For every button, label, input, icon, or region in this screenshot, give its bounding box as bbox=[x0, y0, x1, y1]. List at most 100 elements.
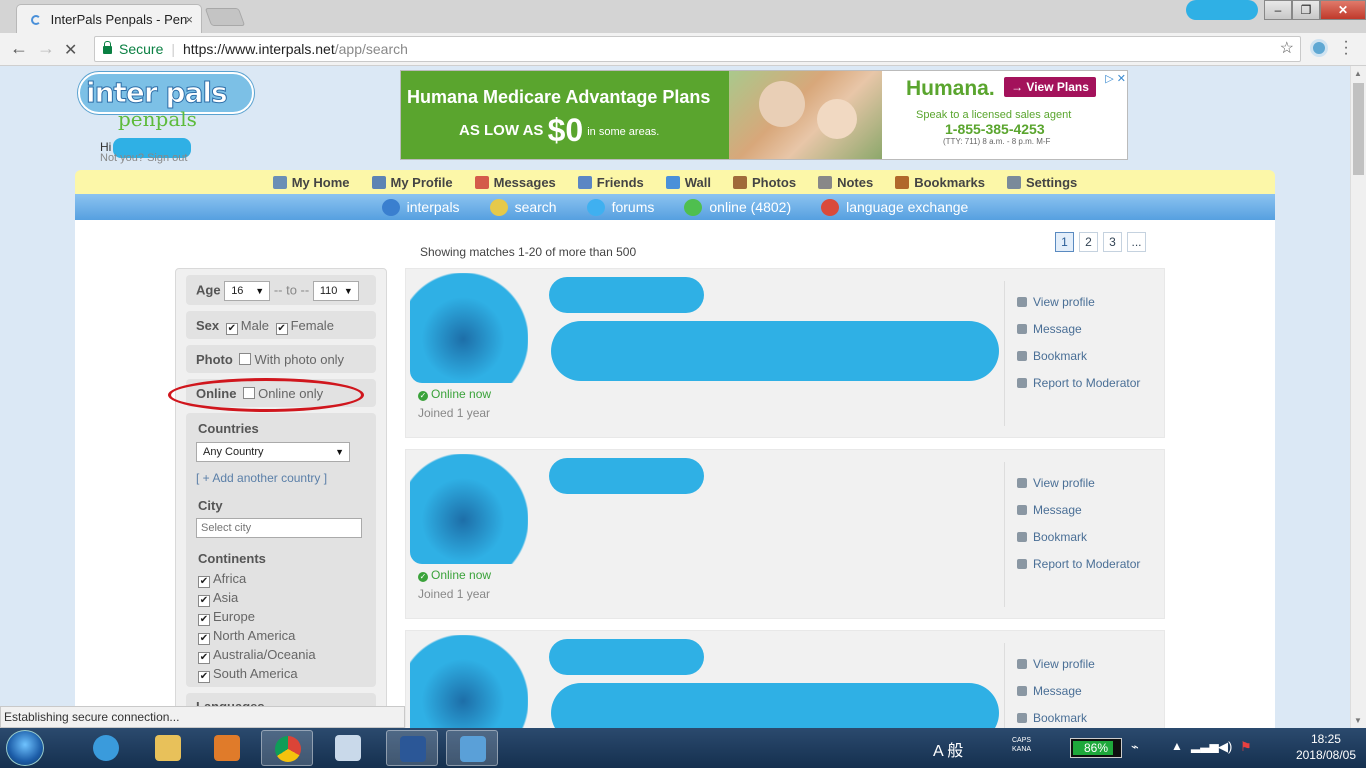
network-icon[interactable]: ▂▃▅ bbox=[1191, 739, 1219, 753]
stop-icon[interactable]: ✕ bbox=[64, 40, 77, 60]
main-nav-wall[interactable]: Wall bbox=[665, 175, 711, 190]
continent-checkbox[interactable]: ✔ bbox=[198, 614, 210, 626]
page-link-3[interactable]: 3 bbox=[1103, 232, 1122, 252]
taskbar-word[interactable] bbox=[386, 730, 438, 766]
taskbar-chrome[interactable] bbox=[261, 730, 313, 766]
view-profile-link[interactable]: View profile bbox=[1017, 295, 1154, 309]
photo-only-checkbox[interactable] bbox=[239, 353, 252, 365]
add-country-link[interactable]: [ + Add another country ] bbox=[196, 471, 376, 485]
bookmark-link[interactable]: Bookmark bbox=[1017, 711, 1154, 725]
continent-checkbox[interactable]: ✔ bbox=[198, 595, 210, 607]
message-link[interactable]: Message bbox=[1017, 684, 1154, 698]
main-nav-settings[interactable]: Settings bbox=[1007, 175, 1077, 190]
username-redacted[interactable] bbox=[549, 639, 704, 675]
sub-nav-search[interactable]: search bbox=[489, 198, 557, 216]
power-plug-icon[interactable]: ⌁ bbox=[1131, 739, 1139, 755]
maximize-button[interactable]: ❐ bbox=[1292, 0, 1320, 20]
omnibox-separator: | bbox=[171, 41, 175, 57]
online-check-icon: ✓ bbox=[418, 391, 428, 401]
main-nav-messages[interactable]: Messages bbox=[474, 175, 556, 190]
view-profile-link[interactable]: View profile bbox=[1017, 657, 1154, 671]
report-link[interactable]: Report to Moderator bbox=[1017, 557, 1154, 571]
start-button[interactable] bbox=[6, 730, 44, 766]
city-label: City bbox=[198, 498, 223, 513]
age-from-select[interactable]: 16 bbox=[224, 281, 271, 301]
message-link[interactable]: Message bbox=[1017, 503, 1154, 517]
profile-photo-redacted[interactable] bbox=[410, 454, 528, 564]
main-nav-my-profile[interactable]: My Profile bbox=[371, 175, 453, 190]
forward-icon[interactable]: → bbox=[37, 38, 55, 59]
new-tab-button[interactable] bbox=[204, 8, 246, 26]
sub-nav-forums[interactable]: forums bbox=[586, 198, 654, 216]
system-tray: A 般 CAPS KANA 86% ⌁ ▲ ▂▃▅ ◀) ⚑ 18:25 2018/… bbox=[885, 728, 1366, 768]
country-select[interactable]: Any Country bbox=[196, 442, 350, 462]
taskbar-paint[interactable] bbox=[322, 730, 374, 766]
battery-percent: 86% bbox=[1083, 741, 1109, 755]
profile-photo-redacted[interactable] bbox=[410, 273, 528, 383]
taskbar-media[interactable] bbox=[201, 730, 253, 766]
result-actions: View profileMessageBookmarkReport to Mod… bbox=[1004, 643, 1154, 728]
taskbar-ie[interactable] bbox=[80, 730, 132, 766]
notes-icon bbox=[818, 175, 833, 189]
page-scrollbar[interactable]: ▲ ▼ bbox=[1350, 66, 1366, 728]
tab-close-icon[interactable]: × bbox=[185, 12, 193, 27]
continent-checkbox[interactable]: ✔ bbox=[198, 652, 210, 664]
city-input[interactable] bbox=[196, 518, 362, 538]
address-bar[interactable]: Secure | https://www.interpals.net/app/sea… bbox=[94, 36, 1301, 62]
main-nav-photos[interactable]: Photos bbox=[733, 175, 796, 190]
username-redacted[interactable] bbox=[549, 277, 704, 313]
result-card: ✓ Online now Joined 1 year View profile Mess… bbox=[405, 449, 1165, 619]
page-link-1[interactable]: 1 bbox=[1055, 232, 1074, 252]
signout-link[interactable]: Not you? Sign out bbox=[100, 152, 187, 164]
extension-icon[interactable] bbox=[1310, 39, 1328, 57]
bookmark-link[interactable]: Bookmark bbox=[1017, 530, 1154, 544]
main-nav-bookmarks[interactable]: Bookmarks bbox=[895, 175, 985, 190]
username-redacted[interactable] bbox=[549, 458, 704, 494]
ad-as-low-as: AS LOW AS bbox=[459, 122, 544, 139]
volume-icon[interactable]: ◀) bbox=[1218, 739, 1232, 755]
scroll-up-icon[interactable]: ▲ bbox=[1354, 69, 1362, 78]
female-checkbox[interactable]: ✔ bbox=[275, 323, 288, 335]
bookmark-link[interactable]: Bookmark bbox=[1017, 349, 1154, 363]
clock[interactable]: 18:25 2018/08/05 bbox=[1296, 731, 1356, 763]
interpals-logo[interactable]: inter pals penpals bbox=[78, 72, 256, 131]
taskbar-photo-viewer[interactable] bbox=[446, 730, 498, 766]
battery-indicator[interactable]: 86% bbox=[1070, 738, 1122, 758]
continent-checkbox[interactable]: ✔ bbox=[198, 633, 210, 645]
view-profile-link[interactable]: View profile bbox=[1017, 476, 1154, 490]
sub-nav-language[interactable]: language exchange bbox=[821, 198, 968, 216]
ad-choices-icon[interactable]: ▷ ✕ bbox=[1105, 72, 1126, 85]
page-link-2[interactable]: 2 bbox=[1079, 232, 1098, 252]
word-icon bbox=[400, 736, 426, 762]
main-nav-my-home[interactable]: My Home bbox=[272, 175, 350, 190]
ad-view-plans-button[interactable]: → View Plans bbox=[1004, 77, 1096, 97]
main-nav-friends[interactable]: Friends bbox=[577, 175, 644, 190]
scroll-thumb[interactable] bbox=[1353, 83, 1364, 175]
taskbar-explorer[interactable] bbox=[142, 730, 194, 766]
action-center-icon[interactable]: ⚑ bbox=[1240, 739, 1252, 755]
ime-indicator[interactable]: A 般 bbox=[933, 737, 963, 761]
back-icon[interactable]: ← bbox=[10, 38, 28, 59]
bookmark-star-icon[interactable]: ☆ bbox=[1280, 37, 1294, 61]
continent-checkbox[interactable]: ✔ bbox=[198, 576, 210, 588]
browser-tab[interactable]: InterPals Penpals - Pen × bbox=[16, 4, 202, 33]
close-window-button[interactable]: ✕ bbox=[1320, 0, 1366, 20]
advertisement-banner[interactable]: Humana Medicare Advantage Plans AS LOW A… bbox=[400, 70, 1128, 160]
age-to-select[interactable]: 110 bbox=[312, 281, 359, 301]
profile-redacted bbox=[1186, 0, 1258, 20]
male-checkbox[interactable]: ✔ bbox=[225, 323, 238, 335]
report-link-label: Report to Moderator bbox=[1033, 376, 1141, 390]
continent-checkbox[interactable]: ✔ bbox=[198, 671, 210, 683]
sub-nav-online[interactable]: online (4802) bbox=[684, 198, 791, 216]
tray-expand-icon[interactable]: ▲ bbox=[1171, 739, 1183, 753]
description-redacted bbox=[551, 683, 999, 728]
minimize-button[interactable]: ‒ bbox=[1264, 0, 1292, 20]
main-nav-notes[interactable]: Notes bbox=[818, 175, 873, 190]
browser-menu-icon[interactable]: · · · bbox=[1343, 34, 1349, 62]
page-link-more[interactable]: ... bbox=[1127, 232, 1146, 252]
message-link[interactable]: Message bbox=[1017, 322, 1154, 336]
scroll-down-icon[interactable]: ▼ bbox=[1354, 716, 1362, 725]
profile-photo-redacted[interactable] bbox=[410, 635, 528, 728]
sub-nav-interpals[interactable]: interpals bbox=[381, 198, 460, 216]
report-link[interactable]: Report to Moderator bbox=[1017, 376, 1154, 390]
